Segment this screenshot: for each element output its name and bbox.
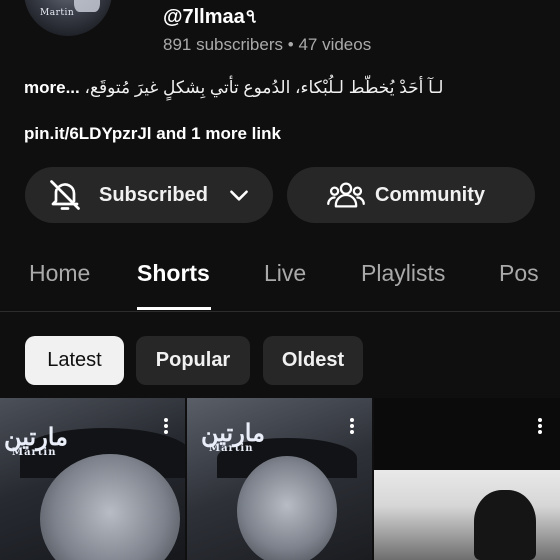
thumbnail-face [237,456,337,560]
short-thumbnail[interactable]: مارتين Martin [187,398,372,560]
channel-stats: 891 subscribers • 47 videos [163,35,371,55]
bell-off-icon [47,177,83,213]
thumbnail-watermark: مارتين Martin [4,422,68,458]
channel-avatar[interactable]: Martin [24,0,112,36]
channel-handle: @7llmaa৭ [163,6,258,28]
avatar-caption: Martin [40,8,75,18]
tab-playlists[interactable]: Playlists [361,260,445,287]
channel-links[interactable]: pin.it/6LDYpzrJl and 1 more link [24,124,281,144]
short-thumbnail[interactable]: مارتين Martin [0,398,185,560]
description-text: لـآ أحَدْ يُخطّط لـلُبْكاء، الدُموع تأتي… [84,78,444,97]
short-thumbnail[interactable] [374,398,560,560]
filter-chip-popular[interactable]: Popular [136,336,250,385]
subscribed-label: Subscribed [99,183,208,206]
channel-tabs: Home Shorts Live Playlists Pos [0,245,560,311]
tab-shorts[interactable]: Shorts [137,260,210,287]
thumbnail-person [474,490,536,560]
community-label: Community [375,183,485,206]
chevron-down-icon [226,182,252,208]
subscribed-button[interactable]: Subscribed [25,167,273,223]
thumbnail-watermark: مارتين Martin [201,418,265,454]
avatar-figure [74,0,100,12]
channel-description[interactable]: more... لـآ أحَدْ يُخطّط لـلُبْكاء، الدُ… [24,78,544,98]
filter-chip-latest[interactable]: Latest [25,336,124,385]
video-count: 47 videos [298,35,372,54]
active-tab-indicator [137,307,211,310]
tab-home[interactable]: Home [29,260,90,287]
stats-separator: • [287,35,294,54]
more-vert-icon[interactable] [349,416,355,436]
tab-live[interactable]: Live [264,260,306,287]
more-vert-icon[interactable] [163,416,169,436]
community-button[interactable]: Community [287,167,535,223]
description-more-link[interactable]: more... [24,78,80,97]
more-vert-icon[interactable] [537,416,543,436]
tab-posts[interactable]: Pos [499,260,539,287]
people-icon [327,179,365,211]
subscriber-count: 891 subscribers [163,35,284,54]
filter-chip-oldest[interactable]: Oldest [263,336,363,385]
tabs-divider [0,311,560,312]
